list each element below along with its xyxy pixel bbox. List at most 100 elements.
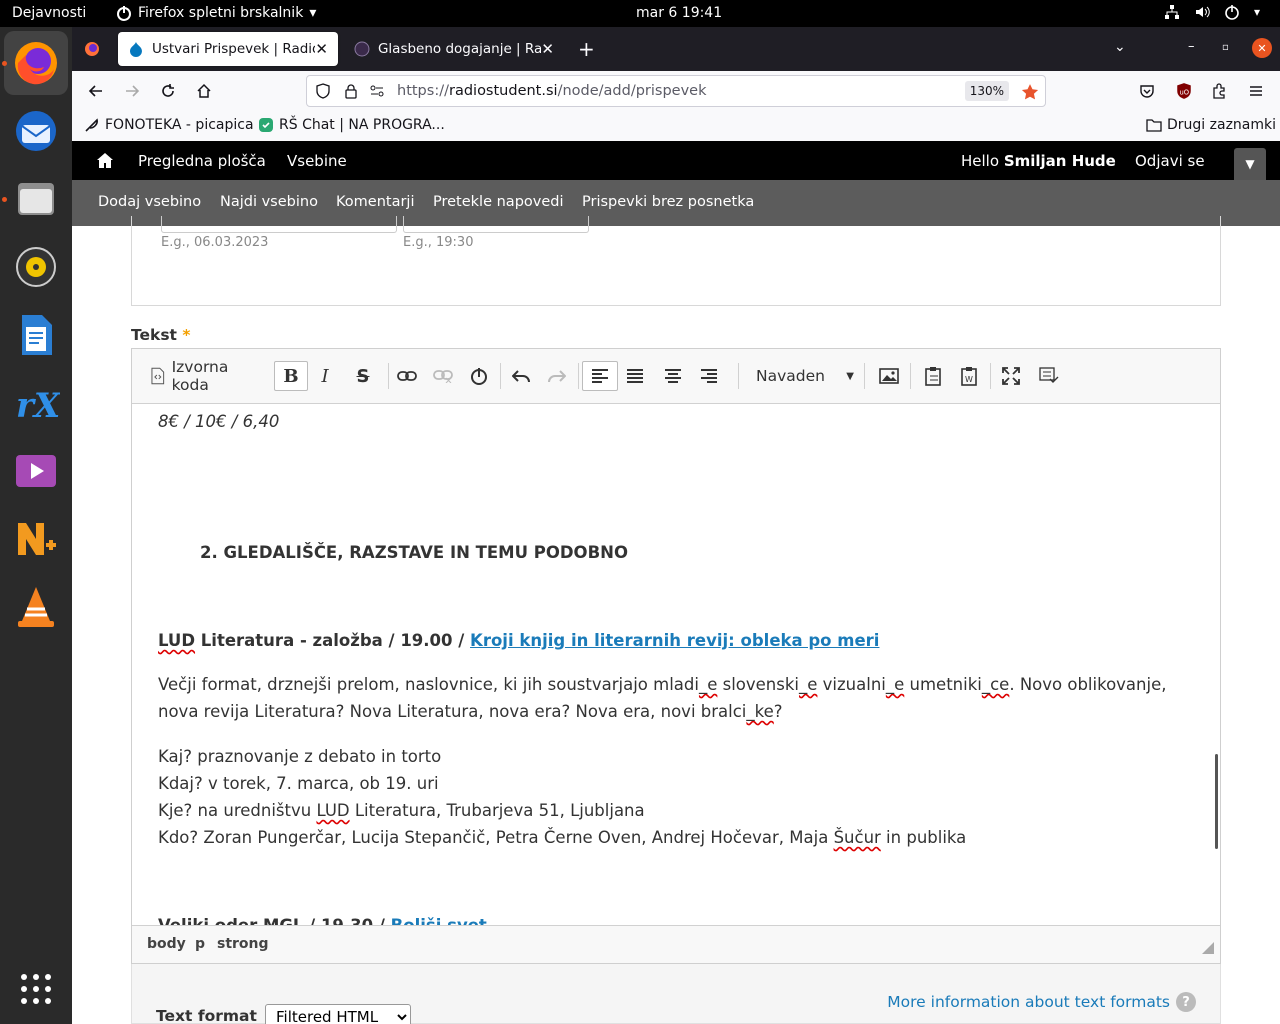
lock-icon[interactable] [343,83,359,99]
shortcut-past-announcements[interactable]: Pretekle napovedi [433,194,564,210]
date-hint: E.g., 06.03.2023 [161,235,269,250]
window-close-button[interactable]: ✕ [1252,38,1272,58]
tab-title: Ustvari Prispevek | Radio [151,41,316,57]
next-event-title-line: Veliki oder MGL / 19.30 / Boljši svet [158,912,487,925]
date-input[interactable] [161,216,397,233]
text-format-label: Text format [156,1007,257,1024]
dock-rx[interactable]: rX [4,371,68,435]
dock-firefox[interactable] [4,31,68,95]
unlink-button[interactable] [428,361,458,391]
pocket-icon[interactable] [1139,83,1155,99]
clock[interactable]: mar 6 19:41 [636,5,722,21]
dock-app-grid[interactable] [4,957,68,1021]
other-bookmarks[interactable]: Drugi zaznamki [1146,117,1276,133]
url-text[interactable]: https://radiostudent.si/node/add/prispev… [397,83,706,99]
undo-button[interactable] [506,361,536,391]
link-button[interactable] [392,361,422,391]
bookmark-fonoteka[interactable]: FONOTEKA - picapica [84,117,254,133]
strikethrough-button[interactable]: S [348,361,378,391]
toolbar-separator [738,363,739,389]
chevron-down-icon: ▾ [309,5,317,21]
show-blocks-button[interactable] [1034,361,1064,391]
new-tab-button[interactable]: + [578,37,595,61]
hamburger-menu-icon[interactable] [1248,83,1264,99]
dock-thunderbird[interactable] [4,99,68,163]
italic-button[interactable]: I [310,361,340,391]
user-name[interactable]: Smiljan Hude [1004,152,1116,170]
extensions-icon[interactable] [1211,83,1227,99]
time-input[interactable] [403,216,589,233]
anchor-button[interactable] [464,361,494,391]
forward-button[interactable] [120,79,144,103]
dock-files[interactable] [4,167,68,231]
path-p[interactable]: p [195,936,205,952]
resize-handle-icon[interactable] [1202,942,1214,954]
text-format-select[interactable]: Filtered HTML [265,1004,411,1024]
minimize-button[interactable]: – [1188,39,1195,54]
help-icon[interactable]: ? [1176,992,1196,1012]
back-button[interactable] [84,79,108,103]
path-body[interactable]: body [147,936,186,952]
tab-glasbeno-dogajanje[interactable]: Glasbeno dogajanje | Rad ✕ [344,32,564,66]
system-tray[interactable]: ▾ [1164,4,1260,20]
toolbar-separator [990,363,991,389]
section-heading: 2. GLEDALIŠČE, RAZSTAVE IN TEMU PODOBNO [200,543,628,562]
star-icon[interactable] [1021,83,1039,101]
dock-video[interactable] [4,439,68,503]
close-icon[interactable]: ✕ [315,40,328,58]
shortcut-find-content[interactable]: Najdi vsebino [220,194,318,210]
svg-text:uO: uO [1180,88,1190,96]
home-button[interactable] [192,79,216,103]
bookmark-rs-chat[interactable]: RŠ Chat | NA PROGRA... [258,117,445,133]
redo-icon [548,370,566,383]
home-icon[interactable] [96,152,114,169]
logout-link[interactable]: Odjavi se [1135,152,1205,170]
maximize-button[interactable]: ▫ [1222,42,1229,53]
event-link[interactable]: Kroji knjig in literarnih revij: obleka … [470,631,879,650]
paragraph-format-select[interactable]: Navaden ▼ [744,361,858,391]
dock-rhythmbox[interactable] [4,235,68,299]
maximize-editor-button[interactable] [996,361,1026,391]
dock-writer[interactable] [4,303,68,367]
url-bar[interactable]: https://radiostudent.si/node/add/prispev… [306,75,1046,107]
permissions-icon[interactable] [369,83,385,99]
paste-word-button[interactable]: W [954,361,984,391]
bookmark-label: RŠ Chat | NA PROGRA... [279,117,445,133]
admin-dashboard-link[interactable]: Pregledna plošča [138,152,266,170]
paste-text-button[interactable] [918,361,948,391]
next-event-link[interactable]: Boljši svet [391,916,487,925]
align-left-button[interactable] [582,361,618,391]
dock-vlc[interactable] [4,575,68,639]
apps-grid-icon [21,974,51,1004]
editor-scrollbar[interactable] [1215,754,1218,849]
app-menu[interactable]: Firefox spletni brskalnik ▾ [116,5,316,21]
firefox-view-icon[interactable] [84,41,100,61]
align-center-button[interactable] [658,361,688,391]
zoom-indicator[interactable]: 130% [964,81,1009,101]
dock: rX [0,27,72,1024]
activities-button[interactable]: Dejavnosti [12,5,86,21]
admin-content-link[interactable]: Vsebine [287,152,347,170]
redo-button[interactable] [542,361,572,391]
reload-button[interactable] [156,79,180,103]
shield-icon[interactable] [315,83,331,99]
close-icon[interactable]: ✕ [541,40,554,58]
bookmark-label: FONOTEKA - picapica [105,117,254,133]
shortcut-add-content[interactable]: Dodaj vsebino [98,194,201,210]
time-hint: E.g., 19:30 [403,235,474,250]
more-info-link[interactable]: More information about text formats [887,993,1170,1011]
align-right-button[interactable] [694,361,724,391]
bold-button[interactable]: B [274,361,308,391]
path-strong[interactable]: strong [217,936,269,952]
image-button[interactable] [874,361,904,391]
dock-n-plus[interactable] [4,507,68,571]
ublock-icon[interactable]: uO [1175,82,1193,100]
shortcut-comments[interactable]: Komentarji [336,194,414,210]
shortcuts-toggle[interactable]: ▼ [1234,148,1266,180]
justify-button[interactable] [620,361,650,391]
list-all-tabs-button[interactable]: ⌄ [1114,39,1126,55]
shortcut-posts-without-recording[interactable]: Prispevki brez posnetka [582,194,754,210]
source-button[interactable]: Izvorna koda [150,358,268,394]
tab-ustvari-prispevek[interactable]: Ustvari Prispevek | Radio ✕ [118,32,338,66]
editor-content-area[interactable]: 8€ / 10€ / 6,40 2. GLEDALIŠČE, RAZSTAVE … [132,404,1220,925]
